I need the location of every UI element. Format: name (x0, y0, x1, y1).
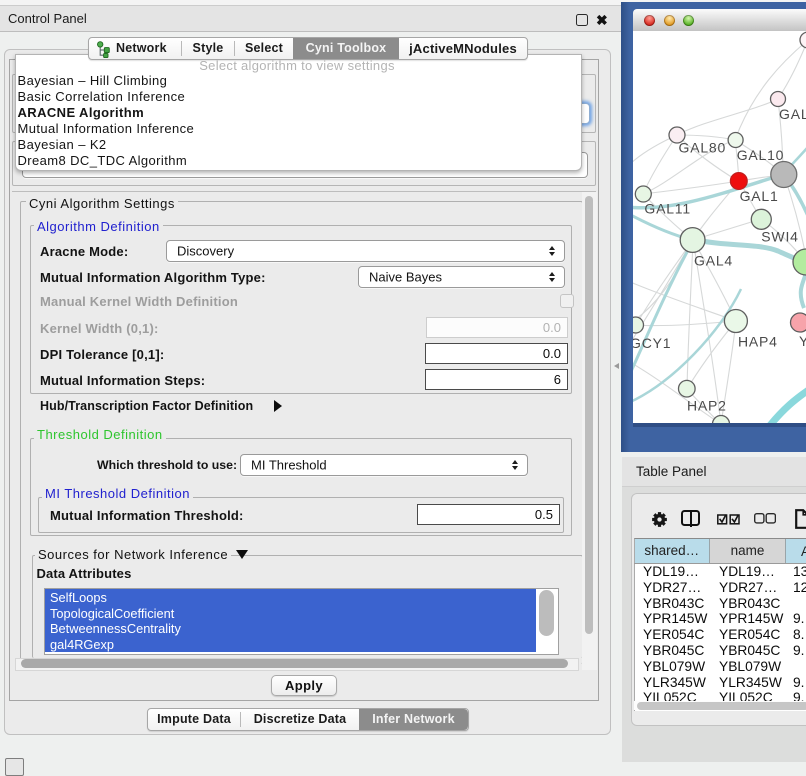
svg-text:YJ: YJ (799, 333, 806, 349)
svg-text:GAL11: GAL11 (644, 201, 691, 217)
svg-text:GAL10: GAL10 (737, 147, 785, 163)
svg-text:GAL4: GAL4 (694, 253, 733, 269)
svg-text:SWI4: SWI4 (761, 229, 798, 245)
svg-text:HAP4: HAP4 (738, 333, 778, 349)
svg-text:GCY1: GCY1 (633, 335, 671, 351)
svg-text:GAL7: GAL7 (779, 106, 806, 122)
svg-text:HAP2: HAP2 (687, 398, 727, 414)
svg-text:GAL80: GAL80 (679, 140, 727, 156)
svg-text:GAL1: GAL1 (740, 188, 779, 204)
